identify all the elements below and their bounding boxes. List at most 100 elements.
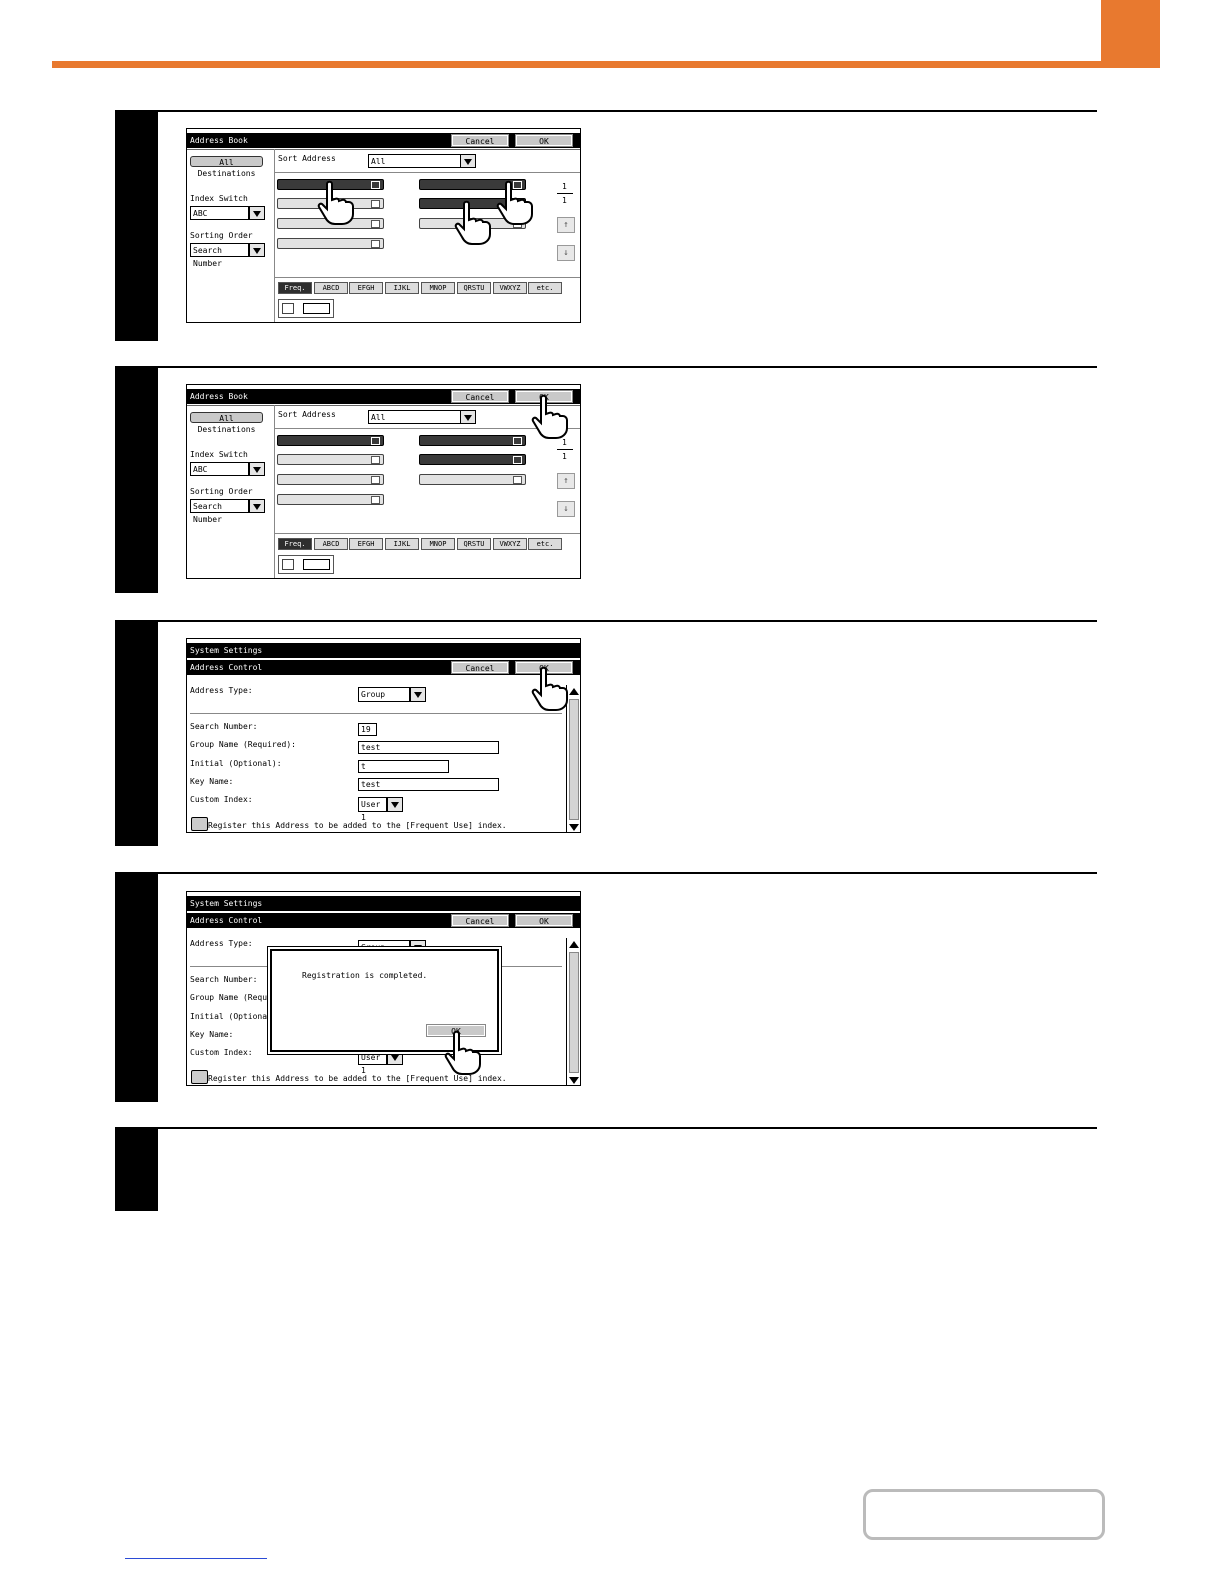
divider [187, 405, 580, 406]
mail-icon [371, 181, 380, 189]
footer-link[interactable] [125, 1558, 267, 1559]
frequent-use-checkbox[interactable] [191, 817, 208, 831]
group-destination-key[interactable] [419, 474, 526, 485]
address-type-label: Address Type: [190, 939, 253, 948]
index-tab-vwxyz[interactable]: VWXYZ [493, 538, 527, 550]
destination-key[interactable] [277, 494, 384, 505]
step-5-number-bar [115, 1129, 158, 1211]
scroll-up-icon[interactable] [569, 941, 579, 948]
ok-button[interactable]: OK [515, 134, 573, 147]
page-up-button[interactable]: ↑ [557, 217, 575, 233]
address-type-label: Address Type: [190, 686, 253, 695]
system-settings-titlebar: System Settings [187, 896, 580, 911]
sorting-order-select[interactable]: Search Number [190, 499, 249, 524]
sort-address-select[interactable]: All [368, 410, 461, 424]
page-total: 1 [562, 452, 567, 461]
page-fraction-line [557, 193, 573, 194]
cancel-button[interactable]: Cancel [451, 390, 509, 403]
all-destinations-button[interactable]: All Destinations [190, 412, 263, 434]
address-control-screen-2: System Settings Address Control Cancel O… [186, 891, 581, 1086]
index-switch-label: Index Switch [190, 450, 248, 459]
divider [274, 533, 580, 534]
search-number-input[interactable] [303, 303, 330, 314]
scroll-track[interactable] [569, 952, 579, 1073]
chevron-down-icon[interactable] [387, 797, 403, 812]
index-tab-mnop[interactable]: MNOP [421, 282, 455, 294]
custom-index-select[interactable]: User 1 [358, 797, 387, 822]
search-number-box[interactable] [278, 299, 334, 318]
chevron-down-icon[interactable] [460, 410, 476, 424]
destination-key[interactable] [277, 454, 384, 465]
index-tab-freq[interactable]: Freq. [278, 282, 312, 294]
index-tab-abcd[interactable]: ABCD [314, 538, 348, 550]
index-switch-select[interactable]: ABC [190, 206, 249, 220]
chevron-down-icon[interactable] [410, 687, 426, 702]
key-name-field[interactable]: test [358, 778, 499, 791]
index-switch-select[interactable]: ABC [190, 462, 249, 476]
address-control-title: Address Control [190, 916, 263, 925]
destination-key[interactable] [277, 238, 384, 249]
ok-button[interactable]: OK [515, 914, 573, 927]
cancel-button[interactable]: Cancel [451, 914, 509, 927]
chevron-down-icon[interactable] [249, 462, 265, 476]
step-2-number-bar [115, 368, 158, 593]
cancel-button[interactable]: Cancel [451, 134, 509, 147]
index-tab-efgh[interactable]: EFGH [349, 282, 383, 294]
index-tab-ijkl[interactable]: IJKL [385, 538, 419, 550]
pointing-hand-icon [454, 200, 491, 245]
index-tab-qrstu[interactable]: QRSTU [457, 282, 491, 294]
destination-key[interactable] [277, 435, 384, 446]
contents-button[interactable] [863, 1489, 1105, 1540]
chevron-down-icon[interactable] [249, 243, 265, 257]
destination-key[interactable] [419, 454, 526, 465]
mail-icon [371, 240, 380, 248]
chevron-down-icon[interactable] [249, 206, 265, 220]
sorting-order-select[interactable]: Search Number [190, 243, 249, 268]
destination-key[interactable] [419, 435, 526, 446]
index-tab-freq[interactable]: Freq. [278, 538, 312, 550]
step-4-number-bar [115, 874, 158, 1102]
address-type-select[interactable]: Group [358, 687, 410, 702]
sort-address-select[interactable]: All [368, 154, 461, 168]
address-book-title: Address Book [190, 392, 248, 401]
page-fraction-line [557, 449, 573, 450]
search-number-box[interactable] [278, 555, 334, 574]
index-tab-mnop[interactable]: MNOP [421, 538, 455, 550]
index-tab-qrstu[interactable]: QRSTU [457, 538, 491, 550]
index-tab-efgh[interactable]: EFGH [349, 538, 383, 550]
system-settings-title: System Settings [190, 646, 263, 655]
scrollbar[interactable] [566, 938, 580, 1085]
chevron-down-icon[interactable] [387, 1050, 403, 1065]
scroll-track[interactable] [569, 699, 579, 820]
search-number-input[interactable] [303, 559, 330, 570]
initial-field[interactable]: t [358, 760, 449, 773]
group-name-field[interactable]: test [358, 741, 499, 754]
custom-index-label: Custom Index: [190, 795, 253, 804]
index-tab-ijkl[interactable]: IJKL [385, 282, 419, 294]
scroll-down-icon[interactable] [569, 824, 579, 831]
search-number-label: Search Number: [190, 975, 258, 984]
destination-key[interactable] [277, 474, 384, 485]
step-1-number-bar [115, 112, 158, 341]
chevron-down-icon[interactable] [460, 154, 476, 168]
index-tab-vwxyz[interactable]: VWXYZ [493, 282, 527, 294]
mail-icon [371, 456, 380, 464]
step-5-rule [115, 1127, 1097, 1129]
pointing-hand-icon [444, 1030, 481, 1075]
page-down-button[interactable]: ↓ [557, 501, 575, 517]
search-number-field[interactable]: 19 [358, 723, 377, 736]
all-destinations-button[interactable]: All Destinations [190, 156, 263, 178]
index-tab-abcd[interactable]: ABCD [314, 282, 348, 294]
frequent-use-checkbox[interactable] [191, 1070, 208, 1084]
scroll-down-icon[interactable] [569, 1077, 579, 1084]
cancel-button[interactable]: Cancel [451, 661, 509, 674]
index-tab-etc[interactable]: etc. [528, 538, 562, 550]
custom-index-select[interactable]: User 1 [358, 1050, 387, 1075]
mail-icon [513, 437, 522, 445]
mail-icon [371, 220, 380, 228]
index-tab-etc[interactable]: etc. [528, 282, 562, 294]
page-down-button[interactable]: ↓ [557, 245, 575, 261]
chevron-down-icon[interactable] [249, 499, 265, 513]
page-up-button[interactable]: ↑ [557, 473, 575, 489]
mail-icon [371, 200, 380, 208]
